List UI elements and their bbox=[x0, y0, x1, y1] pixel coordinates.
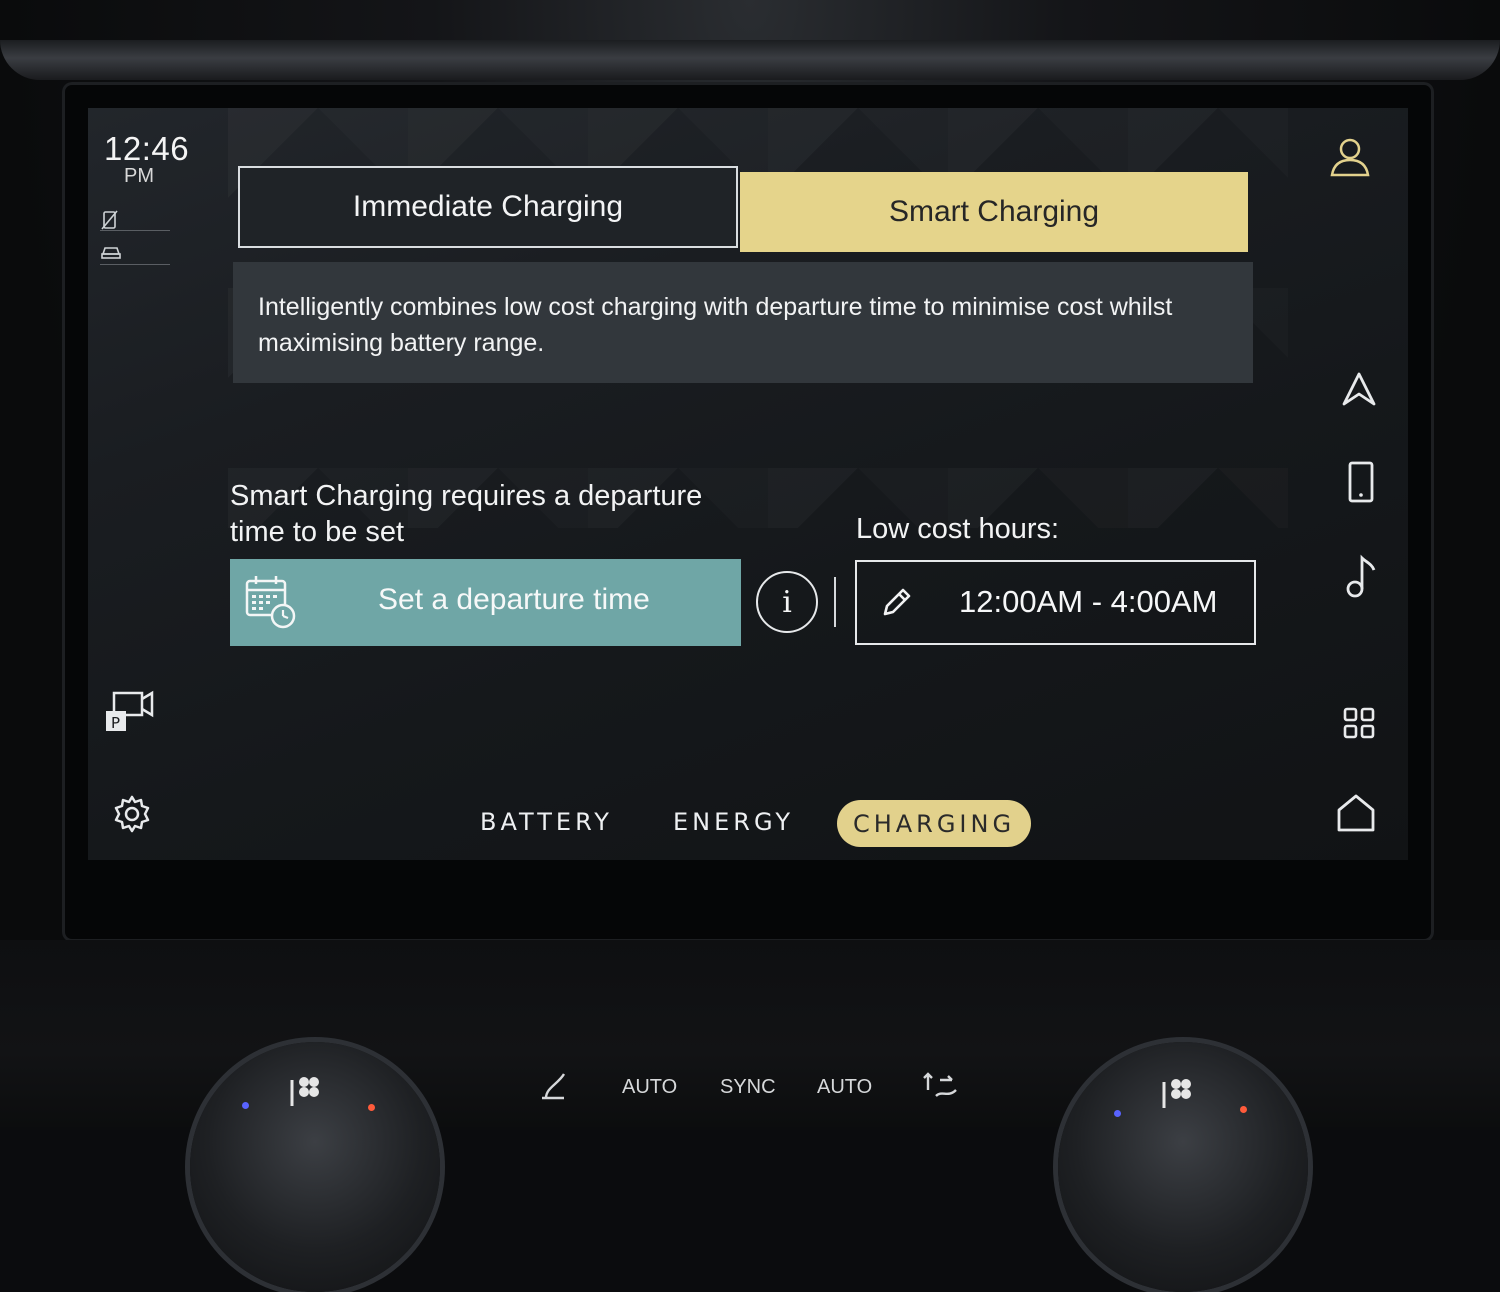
tab-charging[interactable]: CHARGING bbox=[837, 800, 1031, 847]
user-icon[interactable] bbox=[1328, 135, 1372, 183]
left-temperature-knob[interactable] bbox=[190, 1042, 440, 1292]
info-button[interactable]: i bbox=[756, 571, 818, 633]
car-icon bbox=[100, 243, 122, 265]
status-divider bbox=[100, 230, 170, 231]
departure-requirement-text: Smart Charging requires a departure time… bbox=[230, 480, 703, 548]
dashboard-trim bbox=[0, 40, 1500, 80]
svg-text:P: P bbox=[111, 714, 120, 732]
low-cost-hours-label: Low cost hours: bbox=[856, 513, 1060, 545]
charging-mode-tabs: Immediate Charging Smart Charging bbox=[238, 166, 1250, 254]
fan-seat-icon bbox=[1160, 1072, 1194, 1118]
calendar-clock-icon bbox=[244, 573, 298, 631]
smart-charging-description: Intelligently combines low cost charging… bbox=[233, 262, 1253, 383]
tab-energy[interactable]: ENERGY bbox=[673, 808, 794, 836]
fan-seat-icon bbox=[288, 1070, 322, 1116]
grid-icon[interactable] bbox=[1342, 706, 1376, 744]
air-distribution-icon[interactable] bbox=[922, 1070, 962, 1106]
home-icon[interactable] bbox=[1336, 792, 1376, 838]
clock-ampm: PM bbox=[124, 165, 154, 187]
heat-indicator bbox=[1240, 1106, 1247, 1113]
parking-camera-icon[interactable]: P bbox=[104, 689, 156, 739]
set-departure-time-button[interactable]: Set a departure time bbox=[230, 559, 741, 646]
tab-smart-charging[interactable]: Smart Charging bbox=[740, 172, 1248, 252]
status-divider bbox=[100, 264, 170, 265]
cool-indicator bbox=[242, 1102, 249, 1109]
music-note-icon[interactable] bbox=[1344, 554, 1378, 604]
right-temperature-knob[interactable] bbox=[1058, 1042, 1308, 1292]
heat-indicator bbox=[368, 1104, 375, 1111]
tab-immediate-charging[interactable]: Immediate Charging bbox=[238, 166, 738, 248]
divider bbox=[834, 577, 836, 627]
climate-auto-right[interactable]: AUTO bbox=[817, 1076, 872, 1099]
low-cost-hours-value: 12:00AM - 4:00AM bbox=[959, 584, 1218, 619]
low-cost-hours-field[interactable]: 12:00AM - 4:00AM bbox=[855, 560, 1256, 645]
phone-muted-icon bbox=[100, 209, 120, 235]
clock-time: 12:46 bbox=[104, 130, 190, 167]
navigation-arrow-icon[interactable] bbox=[1340, 370, 1378, 412]
climate-auto-left[interactable]: AUTO bbox=[622, 1076, 677, 1099]
climate-sync[interactable]: SYNC bbox=[720, 1076, 776, 1099]
phone-icon[interactable] bbox=[1346, 460, 1376, 508]
tab-battery[interactable]: BATTERY bbox=[480, 808, 613, 836]
gear-icon[interactable] bbox=[112, 794, 152, 838]
edit-pencil-icon bbox=[879, 586, 913, 620]
cool-indicator bbox=[1114, 1110, 1121, 1117]
seat-heat-icon[interactable] bbox=[536, 1070, 570, 1106]
set-departure-time-label: Set a departure time bbox=[378, 583, 650, 616]
